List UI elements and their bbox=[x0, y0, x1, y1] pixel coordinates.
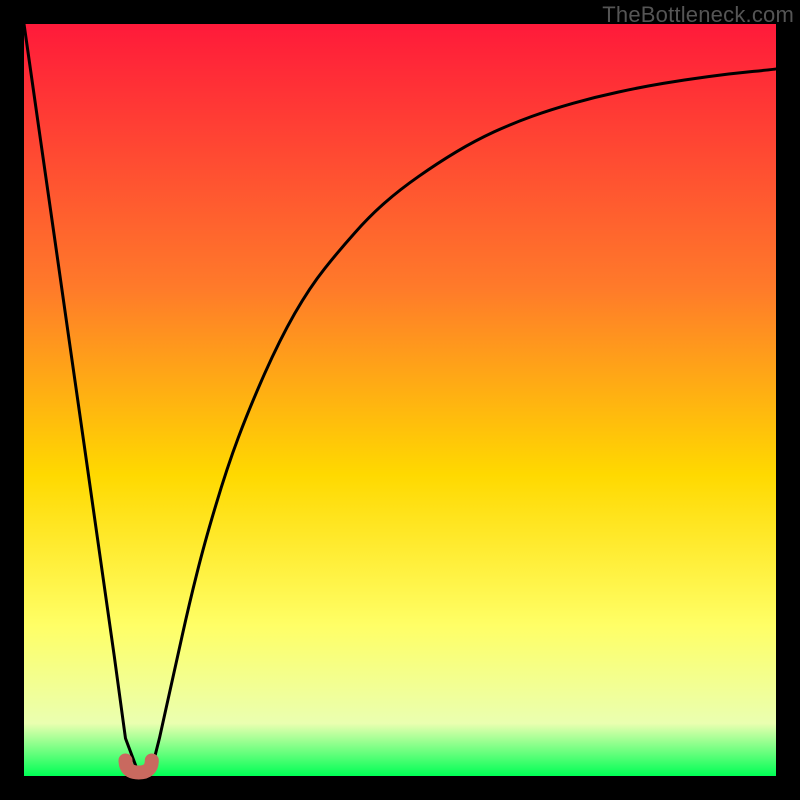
plot-area bbox=[24, 24, 776, 776]
watermark-text: TheBottleneck.com bbox=[602, 2, 794, 28]
minimum-marker bbox=[126, 761, 152, 773]
bottleneck-curve bbox=[24, 24, 776, 769]
curve-layer bbox=[24, 24, 776, 776]
